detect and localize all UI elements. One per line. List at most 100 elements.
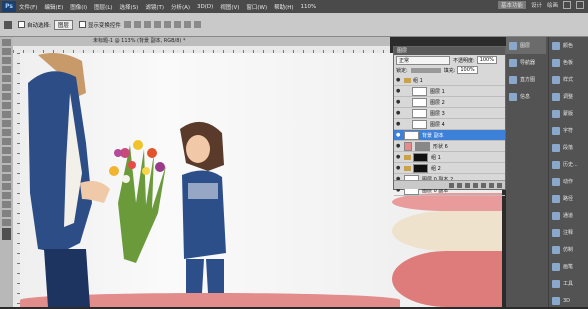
marquee-tool-icon[interactable]: [2, 48, 11, 55]
workspace-painting[interactable]: 绘画: [547, 1, 558, 9]
layer-item[interactable]: ● 图层 4: [394, 119, 505, 130]
adjustment-layer-icon[interactable]: [473, 182, 478, 188]
dock-histogram[interactable]: 直方图: [506, 71, 546, 88]
dock-brushes[interactable]: 画笔: [549, 258, 588, 275]
dock-tools[interactable]: 工具: [549, 275, 588, 292]
delete-layer-icon[interactable]: [497, 182, 502, 188]
move-tool-icon[interactable]: [4, 20, 12, 29]
dock-notes[interactable]: 注释: [549, 224, 588, 241]
layer-item[interactable]: ● 图层 3: [394, 108, 505, 119]
align-right-icon[interactable]: [173, 21, 181, 28]
eye-icon[interactable]: ●: [396, 110, 402, 116]
eye-icon[interactable]: ●: [396, 143, 402, 149]
add-mask-icon[interactable]: [465, 182, 470, 188]
auto-select-dropdown[interactable]: 图层: [53, 19, 73, 30]
minimize-icon[interactable]: [563, 1, 571, 9]
move-tool-icon[interactable]: [2, 39, 11, 46]
shape-tool-icon[interactable]: [2, 192, 11, 199]
menu-select[interactable]: 选择(S): [120, 3, 139, 11]
layer-item-selected[interactable]: ● 背景 副本: [394, 130, 505, 141]
workspace-essentials[interactable]: 基本功能: [497, 1, 526, 9]
dock-color[interactable]: 颜色: [549, 37, 588, 54]
layer-item[interactable]: ● 图层 2: [394, 97, 505, 108]
type-tool-icon[interactable]: [2, 174, 11, 181]
lasso-tool-icon[interactable]: [2, 57, 11, 64]
blur-tool-icon[interactable]: [2, 147, 11, 154]
layer-item[interactable]: ● 组 2: [394, 163, 505, 174]
dock-3d[interactable]: 3D: [549, 292, 588, 309]
menu-window[interactable]: 窗口(W): [246, 3, 267, 11]
pen-tool-icon[interactable]: [2, 165, 11, 172]
menu-view[interactable]: 视图(V): [220, 3, 239, 11]
gradient-tool-icon[interactable]: [2, 138, 11, 145]
dock-clone-source[interactable]: 仿制: [549, 241, 588, 258]
layer-item[interactable]: ● 组 1: [394, 152, 505, 163]
color-swatch-icon[interactable]: [2, 228, 11, 240]
lock-icons[interactable]: [410, 67, 441, 73]
layer-item[interactable]: ● 图层 1: [394, 86, 505, 97]
eyedropper-tool-icon[interactable]: [2, 84, 11, 91]
fill-input[interactable]: 100%: [457, 66, 478, 74]
close-icon[interactable]: [576, 1, 584, 9]
eye-icon[interactable]: ●: [396, 154, 402, 160]
stamp-tool-icon[interactable]: [2, 111, 11, 118]
dock-character[interactable]: 字符: [549, 122, 588, 139]
dodge-tool-icon[interactable]: [2, 156, 11, 163]
dock-navigator[interactable]: 导航器: [506, 54, 546, 71]
zoom-tool-icon[interactable]: [2, 219, 11, 226]
new-layer-icon[interactable]: [489, 182, 494, 188]
layer-item[interactable]: ● 组 1: [394, 75, 505, 86]
eraser-tool-icon[interactable]: [2, 129, 11, 136]
menu-3d[interactable]: 3D(D): [197, 4, 213, 10]
dock-history[interactable]: 历史...: [549, 156, 588, 173]
dock-masks[interactable]: 蒙版: [549, 105, 588, 122]
dock-paths[interactable]: 路径: [549, 190, 588, 207]
3d-rotate-tool-icon[interactable]: [2, 201, 11, 208]
menu-edit[interactable]: 编辑(E): [44, 3, 63, 11]
align-top-icon[interactable]: [123, 21, 131, 28]
eye-icon[interactable]: ●: [396, 88, 402, 94]
hand-tool-icon[interactable]: [2, 210, 11, 217]
menu-layer[interactable]: 图层(L): [94, 3, 112, 11]
opacity-input[interactable]: 100%: [476, 56, 497, 64]
history-brush-tool-icon[interactable]: [2, 120, 11, 127]
dock-adjustments[interactable]: 调整: [549, 88, 588, 105]
eye-icon[interactable]: ●: [396, 121, 402, 127]
layer-item[interactable]: ● 形状 6: [394, 141, 505, 152]
add-style-icon[interactable]: [457, 182, 462, 188]
menu-filter[interactable]: 滤镜(T): [145, 3, 164, 11]
brush-tool-icon[interactable]: [2, 102, 11, 109]
zoom-level[interactable]: 110%: [301, 4, 317, 10]
quick-select-tool-icon[interactable]: [2, 66, 11, 73]
dock-paragraph[interactable]: 段落: [549, 139, 588, 156]
eye-icon[interactable]: ●: [396, 77, 402, 83]
eye-icon[interactable]: ●: [396, 165, 402, 171]
auto-select-checkbox[interactable]: [18, 21, 25, 28]
align-center-icon[interactable]: [163, 21, 171, 28]
dock-actions[interactable]: 动作: [549, 173, 588, 190]
menu-image[interactable]: 图像(I): [70, 3, 87, 11]
align-bottom-icon[interactable]: [143, 21, 151, 28]
align-left-icon[interactable]: [153, 21, 161, 28]
dock-styles[interactable]: 样式: [549, 71, 588, 88]
blend-mode-select[interactable]: 正常: [396, 55, 450, 65]
menu-help[interactable]: 帮助(H): [274, 3, 293, 11]
workspace-design[interactable]: 设计: [531, 1, 542, 9]
layers-panel-title[interactable]: 图层: [394, 47, 505, 55]
new-group-icon[interactable]: [481, 182, 486, 188]
crop-tool-icon[interactable]: [2, 75, 11, 82]
distribute-icon[interactable]: [183, 21, 191, 28]
dock-info[interactable]: 信息: [506, 88, 546, 105]
dock-swatches[interactable]: 色板: [549, 54, 588, 71]
path-select-tool-icon[interactable]: [2, 183, 11, 190]
menu-file[interactable]: 文件(F): [19, 3, 37, 11]
eye-icon[interactable]: ●: [396, 99, 402, 105]
document-tab[interactable]: 未标题-1 @ 113% (背景 副本, RGB/8) *: [13, 37, 390, 46]
dock-layers[interactable]: 图层: [506, 37, 546, 54]
link-layers-icon[interactable]: [449, 182, 454, 188]
menu-analysis[interactable]: 分析(A): [171, 3, 190, 11]
distribute-h-icon[interactable]: [193, 21, 201, 28]
healing-tool-icon[interactable]: [2, 93, 11, 100]
eye-icon[interactable]: ●: [396, 132, 402, 138]
dock-channels[interactable]: 通道: [549, 207, 588, 224]
